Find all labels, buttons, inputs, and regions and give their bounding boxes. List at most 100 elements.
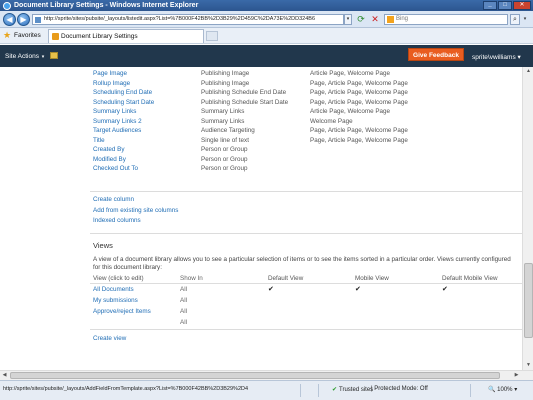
new-tab-button[interactable]	[206, 31, 218, 41]
navigate-up-icon[interactable]	[50, 52, 58, 59]
column-type: Publishing Schedule Start Date	[201, 98, 289, 106]
status-bar: http://sprite/sites/pubsite/_layouts/Add…	[0, 380, 533, 400]
column-name-link[interactable]: Checked Out To	[93, 164, 138, 174]
horizontal-scrollbar[interactable]: ◀ ▶	[0, 370, 533, 380]
give-feedback-button[interactable]: Give Feedback	[408, 48, 464, 61]
column-name-link[interactable]: Summary Links	[93, 107, 136, 117]
vertical-scrollbar[interactable]: ▲ ▼	[522, 67, 533, 370]
column-used-in: Page, Article Page, Welcome Page	[310, 127, 408, 135]
close-window-button[interactable]: ✕	[513, 1, 531, 10]
scroll-down-icon[interactable]: ▼	[524, 361, 533, 370]
create-view-link[interactable]: Create view	[93, 335, 126, 342]
view-show-in: All	[180, 308, 187, 315]
column-type: Person or Group	[201, 146, 248, 154]
add-existing-columns-link[interactable]: Add from existing site columns	[93, 206, 178, 217]
column-row: Summary Links Summary Links Article Page…	[93, 107, 513, 117]
site-actions-label: Site Actions	[5, 53, 39, 60]
column-name-link[interactable]: Created By	[93, 145, 125, 155]
column-type: Person or Group	[201, 165, 248, 173]
bing-icon	[387, 16, 394, 23]
window-title: Document Library Settings - Windows Inte…	[14, 2, 199, 9]
search-button[interactable]: ⌕	[510, 14, 520, 25]
column-used-in: Page, Article Page, Welcome Page	[310, 89, 408, 97]
view-name-link[interactable]: My submissions	[93, 295, 138, 306]
security-zone[interactable]: ✔ Trusted sites	[332, 386, 373, 393]
column-row: Rollup Image Publishing Image Page, Arti…	[93, 79, 513, 89]
column-used-in: Welcome Page	[310, 117, 353, 125]
maximize-button[interactable]: □	[498, 1, 512, 10]
indexed-columns-link[interactable]: Indexed columns	[93, 216, 178, 227]
chevron-down-icon: ▾	[41, 54, 45, 60]
view-show-in: All	[180, 319, 187, 326]
horizontal-scroll-thumb[interactable]	[10, 372, 500, 379]
column-name-link[interactable]: Target Audiences	[93, 126, 141, 136]
default-mobile-view-check-icon: ✔	[442, 286, 448, 293]
column-name-link[interactable]: Page Image	[93, 69, 127, 79]
column-type: Audience Targeting	[201, 127, 255, 135]
column-name-link[interactable]: Scheduling Start Date	[93, 98, 154, 108]
site-actions-menu[interactable]: Site Actions ▾	[5, 53, 44, 60]
column-type: Publishing Schedule End Date	[201, 89, 287, 97]
search-options-button[interactable]: ▾	[521, 14, 529, 25]
view-name-link[interactable]: Approve/reject Items	[93, 306, 151, 317]
address-bar: ◀ ▶ http://sprite/sites/pubsite/_layouts…	[0, 11, 533, 28]
favorites-button[interactable]: Favorites	[14, 32, 41, 39]
column-used-in: Article Page, Welcome Page	[310, 108, 391, 116]
column-links: Create column Add from existing site col…	[93, 195, 178, 227]
scroll-right-icon[interactable]: ▶	[512, 371, 521, 380]
zoom-icon: 🔍	[488, 387, 496, 393]
views-description: A view of a document library allows you …	[93, 256, 511, 271]
sharepoint-ribbon-bar: Site Actions ▾ Give Feedback sprite\vwil…	[0, 45, 533, 67]
scroll-thumb[interactable]	[524, 263, 533, 338]
column-used-in: Page, Article Page, Welcome Page	[310, 98, 408, 106]
url-input[interactable]: http://sprite/sites/pubsite/_layouts/lis…	[32, 14, 344, 25]
stop-button[interactable]: ✕	[370, 14, 380, 25]
create-column-link[interactable]: Create column	[93, 195, 178, 206]
column-name-link[interactable]: Modified By	[93, 155, 126, 165]
column-name-link[interactable]: Summary Links 2	[93, 117, 142, 127]
column-row: Checked Out To Person or Group	[93, 164, 513, 174]
chevron-down-icon: ▾	[517, 54, 521, 61]
sharepoint-tab-icon	[52, 33, 59, 40]
column-type: Person or Group	[201, 155, 248, 163]
scroll-left-icon[interactable]: ◀	[0, 371, 9, 380]
column-name-link[interactable]: Scheduling End Date	[93, 88, 152, 98]
search-input[interactable]: Bing	[384, 14, 508, 25]
column-name-link[interactable]: Title	[93, 136, 105, 146]
status-divider	[318, 384, 319, 397]
url-dropdown-button[interactable]: ▾	[344, 14, 352, 25]
column-type: Summary Links	[201, 117, 245, 125]
forward-button[interactable]: ▶	[17, 13, 30, 26]
column-row: Modified By Person or Group	[93, 155, 513, 165]
views-table: View (click to edit) Show In Default Vie…	[90, 274, 522, 328]
column-row: Scheduling Start Date Publishing Schedul…	[93, 98, 513, 108]
minimize-button[interactable]: _	[483, 1, 497, 10]
chevron-down-icon: ▾	[514, 387, 518, 393]
views-table-header: View (click to edit) Show In Default Vie…	[90, 274, 522, 284]
column-name-link[interactable]: Rollup Image	[93, 79, 130, 89]
refresh-button[interactable]: ⟳	[356, 14, 366, 25]
window-title-bar: Document Library Settings - Windows Inte…	[0, 0, 533, 11]
zoom-level[interactable]: 🔍 100% ▾	[488, 386, 517, 393]
url-text: http://sprite/sites/pubsite/_layouts/lis…	[44, 16, 316, 22]
view-show-in: All	[180, 297, 187, 304]
view-show-in: All	[180, 286, 187, 293]
window-controls: _ □ ✕	[483, 1, 531, 10]
user-menu[interactable]: sprite\vwilliams ▾	[472, 53, 521, 61]
status-divider	[300, 384, 301, 397]
back-button[interactable]: ◀	[3, 13, 16, 26]
views-heading: Views	[93, 241, 113, 250]
browser-tab[interactable]: Document Library Settings	[48, 29, 204, 43]
favorites-bar: ★ Favorites Document Library Settings	[0, 28, 533, 44]
favorites-star-icon[interactable]: ★	[3, 30, 11, 41]
column-type: Single line of text	[201, 136, 249, 144]
column-row: Summary Links 2 Summary Links Welcome Pa…	[93, 117, 513, 127]
view-name-link[interactable]: All Documents	[93, 284, 134, 295]
trusted-label: Trusted sites	[339, 387, 374, 393]
view-row: Approve/reject Items All	[90, 306, 522, 317]
scroll-up-icon[interactable]: ▲	[524, 67, 533, 76]
header-default-view: Default View	[268, 275, 304, 282]
view-row: All	[90, 317, 522, 328]
header-default-mobile-view: Default Mobile View	[442, 275, 498, 282]
tab-title: Document Library Settings	[61, 33, 138, 40]
